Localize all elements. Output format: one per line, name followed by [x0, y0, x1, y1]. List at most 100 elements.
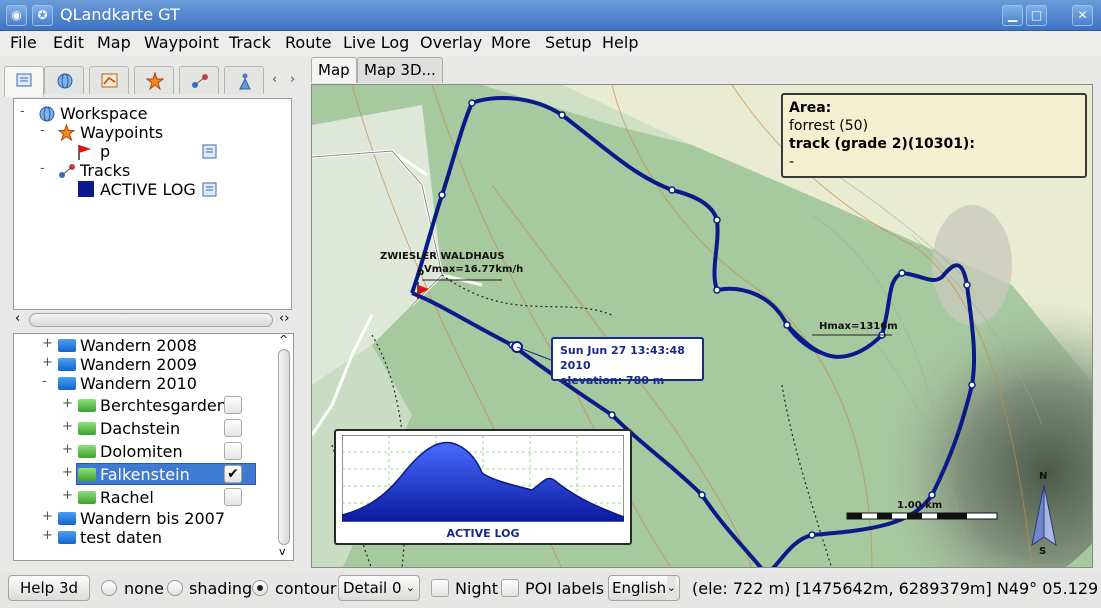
expand-icon[interactable]: +	[42, 528, 53, 543]
area-value: forrest (50)	[789, 118, 869, 134]
scroll-up-icon[interactable]: ^	[279, 334, 288, 346]
menu-help[interactable]: Help	[602, 33, 638, 52]
visibility-checkbox[interactable]	[224, 396, 242, 414]
expand-icon[interactable]: +	[62, 488, 73, 503]
scroll-thumb[interactable]	[278, 349, 290, 545]
tab-map-3d[interactable]: Map 3D...	[357, 57, 443, 83]
edit-icon[interactable]	[202, 182, 217, 197]
tracks-label: Tracks	[80, 161, 131, 180]
close-button[interactable]: ✕	[1072, 5, 1093, 26]
help-3d-button[interactable]: Help 3d	[8, 575, 90, 601]
folder-label: Wandern bis 2007	[80, 509, 226, 528]
menu-bar: File Edit Map Waypoint Track Route Live …	[0, 31, 1101, 56]
menu-setup[interactable]: Setup	[545, 33, 592, 52]
visibility-checkbox[interactable]	[224, 488, 242, 506]
tree-row-waypoint-p[interactable]: p	[76, 142, 226, 161]
folder-label: Wandern 2008	[80, 336, 197, 355]
menu-waypoint[interactable]: Waypoint	[144, 33, 219, 52]
expand-icon[interactable]: +	[62, 465, 73, 480]
track-color-swatch	[78, 181, 94, 197]
visibility-checkbox[interactable]	[224, 442, 242, 460]
track-point-tooltip: Sun Jun 27 13:43:48 2010 elevation: 780 …	[551, 337, 704, 387]
menu-route[interactable]: Route	[285, 33, 331, 52]
tab-workspace[interactable]	[4, 66, 44, 97]
collapse-icon[interactable]: -	[42, 374, 47, 389]
expand-icon[interactable]: +	[42, 336, 53, 351]
scroll-down-icon[interactable]: v	[279, 545, 286, 558]
poi-labels-label: POI labels	[525, 579, 605, 598]
expand-icon[interactable]: +	[62, 442, 73, 457]
scroll-arrows-icon[interactable]: ‹›	[279, 311, 289, 326]
menu-file[interactable]: File	[10, 33, 37, 52]
maximize-button[interactable]: □	[1026, 5, 1047, 26]
menu-more[interactable]: More	[491, 33, 531, 52]
radio-none-label: none	[124, 579, 164, 598]
radio-contour[interactable]	[252, 580, 268, 596]
expand-icon[interactable]: +	[42, 355, 53, 370]
minimize-button[interactable]: ▁	[1002, 5, 1023, 26]
poi-labels-checkbox[interactable]	[501, 579, 519, 597]
collapse-icon[interactable]: -	[40, 161, 45, 176]
radio-none[interactable]	[101, 580, 117, 596]
collapse-icon[interactable]: -	[40, 123, 45, 138]
collapse-icon[interactable]: -	[20, 104, 25, 119]
pin-icon[interactable]: ✪	[32, 5, 53, 26]
tab-waypoints[interactable]	[134, 66, 174, 94]
menu-overlay[interactable]: Overlay	[420, 33, 482, 52]
tab-map[interactable]: Map	[311, 57, 357, 83]
chevron-down-icon: ⌄	[666, 576, 676, 600]
map-canvas[interactable]: Area: forrest (50) track (grade 2)(10301…	[311, 84, 1093, 568]
elevation-profile[interactable]: ACTIVE LOG	[334, 429, 632, 545]
folder-label: Wandern 2009	[80, 355, 197, 374]
waypoints-label: Waypoints	[80, 123, 164, 142]
tab-overlays[interactable]	[89, 66, 129, 94]
person-icon	[239, 73, 251, 90]
menu-track[interactable]: Track	[229, 33, 271, 52]
edit-icon[interactable]	[202, 144, 217, 159]
folder-icon	[58, 512, 76, 525]
expand-icon[interactable]: +	[42, 509, 53, 524]
list-item[interactable]: + Dolomiten	[62, 442, 252, 461]
radio-shading[interactable]	[167, 580, 183, 596]
list-item[interactable]: + Falkenstein ✔	[62, 465, 252, 484]
place-label: ZWIESLER WALDHAUS	[380, 251, 505, 262]
tree-horizontal-scrollbar[interactable]: ‹ ‹›	[13, 311, 292, 329]
expand-icon[interactable]: +	[62, 419, 73, 434]
folder-label: Dachstein	[100, 419, 181, 438]
list-item[interactable]: + Dachstein	[62, 419, 252, 438]
menu-live-log[interactable]: Live Log	[343, 33, 409, 52]
profile-title: ACTIVE LOG	[446, 527, 520, 540]
expand-icon[interactable]: +	[62, 396, 73, 411]
folder-vertical-scrollbar[interactable]: ^ v	[276, 334, 292, 559]
language-select[interactable]: English ⌄	[608, 575, 680, 601]
radio-shading-label: shading	[189, 579, 253, 598]
tab-routes[interactable]	[224, 66, 264, 94]
menu-map[interactable]: Map	[97, 33, 131, 52]
list-item[interactable]: + Rachel	[62, 488, 252, 507]
tab-scroll-left-icon[interactable]: ‹	[272, 72, 277, 87]
tab-maps[interactable]	[44, 66, 84, 94]
detail-select[interactable]: Detail 0 ⌄	[338, 575, 420, 601]
app-menu-icon[interactable]: ◉	[6, 5, 27, 26]
folder-icon	[78, 422, 96, 435]
folder-icon	[78, 445, 96, 458]
visibility-checkbox[interactable]	[224, 419, 242, 437]
night-checkbox[interactable]	[431, 579, 449, 597]
scroll-thumb[interactable]	[29, 313, 273, 327]
visibility-checkbox[interactable]: ✔	[224, 465, 242, 483]
scroll-left-icon[interactable]: ‹	[15, 311, 20, 326]
track-grade-label: track (grade 2)(10301):	[789, 136, 975, 152]
tab-scroll-right-icon[interactable]: ›	[290, 72, 295, 87]
tab-tracks[interactable]	[179, 66, 219, 94]
menu-edit[interactable]: Edit	[53, 33, 84, 52]
status-bar: Help 3d none shading contour Detail 0 ⌄ …	[0, 572, 1101, 608]
detail-value: Detail 0	[343, 579, 402, 597]
compass-north: N	[1039, 471, 1048, 482]
list-item[interactable]: + Berchtesgarden	[62, 396, 252, 415]
globe-icon	[39, 106, 55, 122]
tree-row-active-log[interactable]: ACTIVE LOG	[76, 180, 226, 199]
folder-label: Rachel	[100, 488, 154, 507]
star-icon	[146, 72, 164, 90]
folder-icon	[58, 339, 76, 352]
folder-label: Wandern 2010	[80, 374, 197, 393]
